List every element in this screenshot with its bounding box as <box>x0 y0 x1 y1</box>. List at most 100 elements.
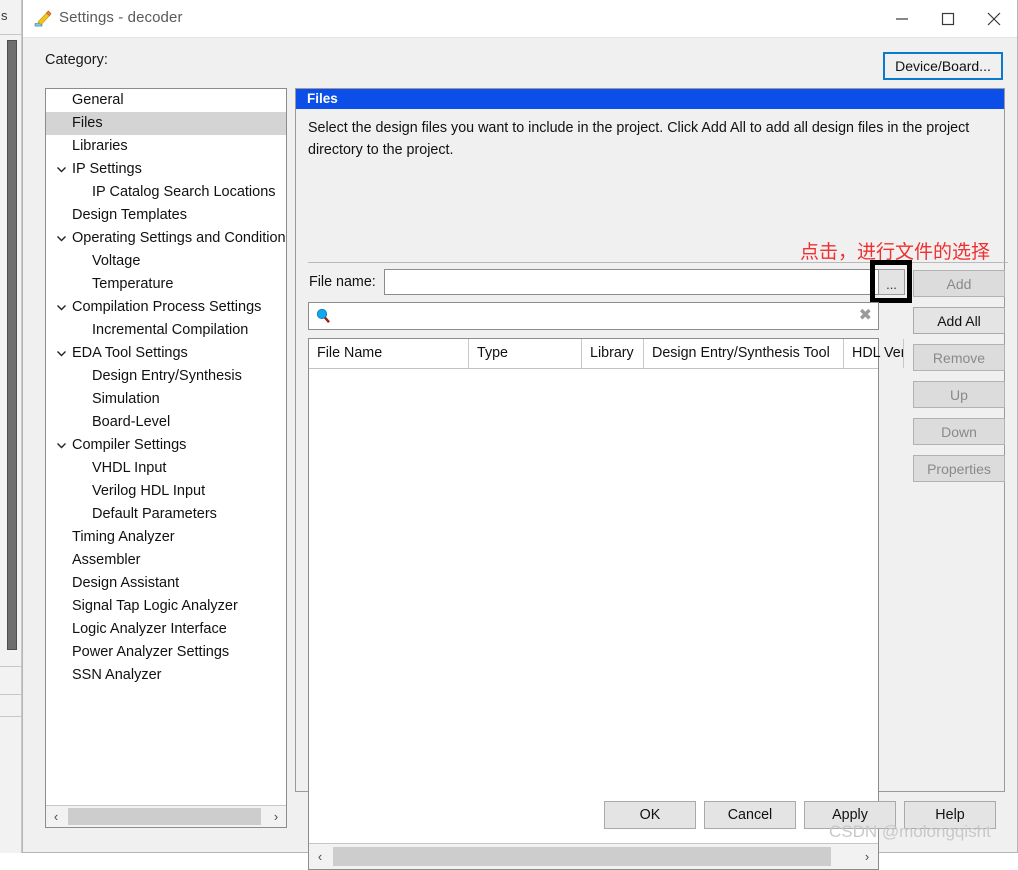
scroll-left-icon[interactable]: ‹ <box>309 844 331 869</box>
sidebar-item-label: General <box>72 92 124 108</box>
sidebar-item-logic-analyzer-interface[interactable]: Logic Analyzer Interface <box>46 618 286 641</box>
tree-horizontal-scrollbar[interactable]: ‹ › <box>46 805 286 827</box>
chevron-down-icon[interactable] <box>54 158 68 181</box>
sidebar-item-label: Design Entry/Synthesis <box>92 368 242 384</box>
sidebar-item-general[interactable]: General <box>46 89 286 112</box>
sidebar-item-timing-analyzer[interactable]: Timing Analyzer <box>46 526 286 549</box>
design-files-table[interactable]: File NameTypeLibraryDesign Entry/Synthes… <box>308 338 879 870</box>
sidebar-item-verilog-hdl-input[interactable]: Verilog HDL Input <box>46 480 286 503</box>
sidebar-item-label: Compilation Process Settings <box>72 299 261 315</box>
sidebar-item-label: Verilog HDL Input <box>92 483 205 499</box>
sidebar-item-temperature[interactable]: Temperature <box>46 273 286 296</box>
background-left-panel: s <box>0 0 22 853</box>
scroll-left-icon[interactable]: ‹ <box>46 806 66 827</box>
sidebar-item-operating-settings-and-conditions[interactable]: Operating Settings and Conditions <box>46 227 286 250</box>
sidebar-item-assembler[interactable]: Assembler <box>46 549 286 572</box>
table-column-header[interactable]: HDL Ver <box>844 339 904 368</box>
sidebar-item-voltage[interactable]: Voltage <box>46 250 286 273</box>
sidebar-item-power-analyzer-settings[interactable]: Power Analyzer Settings <box>46 641 286 664</box>
background-divider <box>0 666 22 667</box>
chevron-down-icon[interactable] <box>54 342 68 365</box>
file-name-label: File name: <box>309 274 376 290</box>
sidebar-item-ip-catalog-search-locations[interactable]: IP Catalog Search Locations <box>46 181 286 204</box>
sidebar-item-label: Compiler Settings <box>72 437 186 453</box>
close-icon[interactable] <box>971 0 1017 38</box>
sidebar-item-ip-settings[interactable]: IP Settings <box>46 158 286 181</box>
table-body[interactable] <box>309 369 878 839</box>
cancel-button[interactable]: Cancel <box>704 801 796 829</box>
watermark: CSDN @molongqisht <box>829 822 1018 842</box>
sidebar-item-design-templates[interactable]: Design Templates <box>46 204 286 227</box>
chevron-down-icon[interactable] <box>54 434 68 457</box>
clear-search-icon[interactable]: ✖ <box>859 307 872 325</box>
sidebar-item-vhdl-input[interactable]: VHDL Input <box>46 457 286 480</box>
up-button: Up <box>913 381 1005 408</box>
category-tree-viewport: General Files Libraries IP Settings IP Catal… <box>46 89 286 805</box>
table-scroll-thumb[interactable] <box>333 847 831 866</box>
table-header-row: File NameTypeLibraryDesign Entry/Synthes… <box>309 339 878 369</box>
scroll-right-icon[interactable]: › <box>266 806 286 827</box>
table-scroll-track[interactable] <box>331 844 856 869</box>
minimize-button[interactable] <box>879 0 925 38</box>
sidebar-item-design-assistant[interactable]: Design Assistant <box>46 572 286 595</box>
background-left-tab-label: s <box>1 8 19 24</box>
sidebar-item-board-level[interactable]: Board-Level <box>46 411 286 434</box>
pencil-icon <box>33 9 53 29</box>
sidebar-item-label: Operating Settings and Conditions <box>72 230 286 246</box>
title-bar: Settings - decoder <box>23 0 1017 38</box>
sidebar-item-files[interactable]: Files <box>46 112 286 135</box>
file-name-input[interactable] <box>384 269 879 295</box>
ok-button[interactable]: OK <box>604 801 696 829</box>
sidebar-item-signal-tap-logic-analyzer[interactable]: Signal Tap Logic Analyzer <box>46 595 286 618</box>
sidebar-item-compiler-settings[interactable]: Compiler Settings <box>46 434 286 457</box>
remove-button: Remove <box>913 344 1005 371</box>
table-column-header[interactable]: File Name <box>309 339 469 368</box>
device-board-button[interactable]: Device/Board... <box>883 52 1003 80</box>
sidebar-item-compilation-process-settings[interactable]: Compilation Process Settings <box>46 296 286 319</box>
scroll-right-icon[interactable]: › <box>856 844 878 869</box>
background-divider <box>0 694 22 695</box>
sidebar-item-label: Libraries <box>72 138 128 154</box>
sidebar-item-label: VHDL Input <box>92 460 166 476</box>
sidebar-item-incremental-compilation[interactable]: Incremental Compilation <box>46 319 286 342</box>
background-divider <box>0 34 22 35</box>
sidebar-item-label: Power Analyzer Settings <box>72 644 229 660</box>
sidebar-item-label: Simulation <box>92 391 160 407</box>
panel-title: Files <box>296 89 1004 109</box>
chevron-down-icon[interactable] <box>54 296 68 319</box>
tree-scroll-thumb[interactable] <box>68 808 261 825</box>
maximize-button[interactable] <box>925 0 971 38</box>
settings-dialog: Settings - decoder Category: Device/Boar… <box>22 0 1018 853</box>
sidebar-item-ssn-analyzer[interactable]: SSN Analyzer <box>46 664 286 687</box>
sidebar-item-label: EDA Tool Settings <box>72 345 188 361</box>
table-column-header[interactable]: Design Entry/Synthesis Tool <box>644 339 844 368</box>
sidebar-item-eda-tool-settings[interactable]: EDA Tool Settings <box>46 342 286 365</box>
table-horizontal-scrollbar[interactable]: ‹ › <box>309 843 878 869</box>
files-settings-panel: Files Select the design files you want t… <box>295 88 1005 792</box>
properties-button: Properties <box>913 455 1005 482</box>
sidebar-item-libraries[interactable]: Libraries <box>46 135 286 158</box>
sidebar-item-simulation[interactable]: Simulation <box>46 388 286 411</box>
category-tree[interactable]: General Files Libraries IP Settings IP Catal… <box>45 88 287 828</box>
sidebar-item-label: Assembler <box>72 552 141 568</box>
sidebar-item-label: Default Parameters <box>92 506 217 522</box>
sidebar-item-label: Voltage <box>92 253 140 269</box>
sidebar-item-label: Temperature <box>92 276 173 292</box>
sidebar-item-label: Timing Analyzer <box>72 529 175 545</box>
file-search-box[interactable]: ✖ <box>308 302 879 330</box>
sidebar-item-design-entry-synthesis[interactable]: Design Entry/Synthesis <box>46 365 286 388</box>
chevron-down-icon[interactable] <box>54 227 68 250</box>
table-column-header[interactable]: Library <box>582 339 644 368</box>
window-title: Settings - decoder <box>59 9 183 26</box>
sidebar-item-label: SSN Analyzer <box>72 667 161 683</box>
tree-scroll-track[interactable] <box>66 806 266 827</box>
sidebar-item-label: Logic Analyzer Interface <box>72 621 227 637</box>
category-label: Category: <box>45 52 108 68</box>
add-all-button[interactable]: Add All <box>913 307 1005 334</box>
sidebar-item-label: IP Catalog Search Locations <box>92 184 276 200</box>
sidebar-item-label: Signal Tap Logic Analyzer <box>72 598 238 614</box>
table-column-header[interactable]: Type <box>469 339 582 368</box>
browse-button[interactable]: ... <box>878 269 905 295</box>
sidebar-item-default-parameters[interactable]: Default Parameters <box>46 503 286 526</box>
sidebar-item-label: Board-Level <box>92 414 170 430</box>
